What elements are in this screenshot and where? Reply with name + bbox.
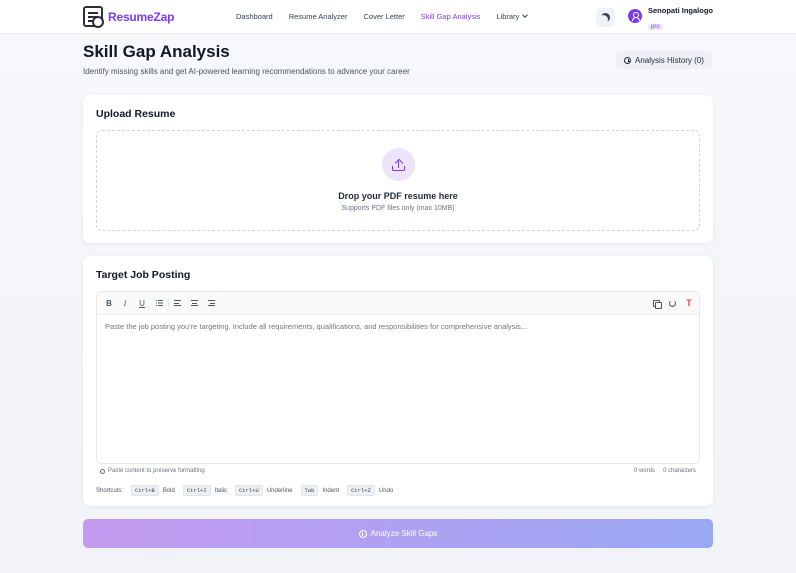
clear-format-button[interactable]: T bbox=[683, 297, 695, 309]
toolbar-divider bbox=[168, 298, 169, 308]
underline-button[interactable]: U bbox=[136, 297, 148, 309]
list-icon bbox=[155, 300, 163, 306]
nav-cover-letter[interactable]: Cover Letter bbox=[363, 12, 404, 21]
bullet-list-button[interactable] bbox=[153, 297, 165, 309]
shortcut-label: Italic bbox=[214, 487, 227, 494]
align-right-button[interactable] bbox=[205, 297, 217, 309]
shortcut-key: Tab bbox=[300, 485, 319, 496]
character-count: 0 characters bbox=[662, 468, 696, 474]
moon-icon bbox=[600, 12, 611, 23]
shortcut-label: Underline bbox=[266, 487, 293, 494]
dropzone-title: Drop your PDF resume here bbox=[338, 191, 458, 201]
editor-toolbar: B I U T bbox=[97, 292, 699, 315]
chevron-down-icon bbox=[522, 12, 529, 18]
job-posting-input[interactable] bbox=[97, 315, 699, 463]
reset-icon bbox=[668, 299, 676, 307]
analysis-history-button[interactable]: Analysis History (0) bbox=[616, 51, 712, 69]
copy-icon bbox=[652, 299, 662, 309]
analysis-history-label: Analysis History (0) bbox=[635, 55, 704, 65]
paste-hint-text: Paste content to preserve formatting bbox=[108, 468, 205, 474]
bold-button[interactable]: B bbox=[103, 297, 115, 309]
align-left-button[interactable] bbox=[171, 297, 183, 309]
shortcuts-label: Shortcuts: bbox=[96, 487, 124, 494]
history-icon bbox=[624, 56, 631, 64]
analyze-skill-gaps-button[interactable]: Analyze Skill Gaps bbox=[83, 519, 713, 548]
editor-footer: Paste content to preserve formatting 0 w… bbox=[96, 466, 700, 478]
shortcut-label: Undo bbox=[378, 487, 394, 494]
analyze-icon bbox=[358, 529, 367, 538]
align-right-icon bbox=[207, 300, 215, 306]
editor-counts: 0 words 0 characters bbox=[634, 468, 696, 474]
paste-hint: Paste content to preserve formatting bbox=[100, 468, 205, 474]
plan-badge: pro bbox=[648, 24, 663, 30]
nav-skill-gap-analysis[interactable]: Skill Gap Analysis bbox=[421, 12, 481, 21]
nav-library-label: Library bbox=[496, 12, 520, 21]
page-title: Skill Gap Analysis bbox=[83, 42, 230, 61]
logo[interactable]: ResumeZap bbox=[83, 6, 175, 28]
logo-text: ResumeZap bbox=[108, 9, 175, 24]
job-posting-card: Target Job Posting B I U T Paste content… bbox=[83, 256, 713, 506]
reset-button[interactable] bbox=[666, 297, 678, 309]
user-name: Senopati Ingalogo bbox=[648, 6, 713, 15]
logo-icon bbox=[83, 6, 104, 28]
theme-toggle-button[interactable] bbox=[596, 8, 615, 27]
nav-dashboard[interactable]: Dashboard bbox=[236, 12, 273, 21]
nav-resume-analyzer[interactable]: Resume Analyzer bbox=[289, 12, 348, 21]
shortcut-label: Bold bbox=[162, 487, 175, 494]
dropzone-hint: Supports PDF files only (max 10MB) bbox=[341, 205, 455, 212]
align-center-icon bbox=[190, 300, 198, 306]
nav-library[interactable]: Library bbox=[496, 12, 529, 21]
word-count: 0 words bbox=[633, 468, 655, 474]
align-center-button[interactable] bbox=[188, 297, 200, 309]
info-icon bbox=[100, 468, 105, 474]
resume-dropzone[interactable]: Drop your PDF resume here Supports PDF f… bbox=[96, 130, 700, 231]
upload-resume-card: Upload Resume Drop your PDF resume here … bbox=[83, 95, 713, 243]
shortcut-key: Ctrl+Z bbox=[347, 485, 375, 496]
upload-resume-title: Upload Resume bbox=[96, 108, 176, 120]
shortcut-key: Ctrl+I bbox=[182, 485, 211, 496]
user-menu[interactable]: Senopati Ingalogo pro bbox=[628, 6, 713, 33]
italic-button[interactable]: I bbox=[119, 297, 131, 309]
job-posting-editor: B I U T bbox=[96, 291, 700, 464]
shortcut-label: Indent bbox=[322, 487, 340, 494]
shortcut-key: Ctrl+B bbox=[131, 485, 159, 496]
upload-icon bbox=[382, 148, 415, 181]
user-icon bbox=[628, 9, 642, 23]
page-subtitle: Identify missing skills and get AI-power… bbox=[83, 67, 410, 76]
analyze-button-label: Analyze Skill Gaps bbox=[370, 529, 438, 538]
main-nav: Dashboard Resume Analyzer Cover Letter S… bbox=[236, 12, 543, 21]
align-left-icon bbox=[173, 300, 181, 306]
shortcut-key: Ctrl+U bbox=[235, 485, 263, 496]
top-navbar: ResumeZap Dashboard Resume Analyzer Cove… bbox=[0, 0, 796, 34]
shortcuts-bar: Shortcuts: Ctrl+B Bold Ctrl+I Italic Ctrl+… bbox=[96, 485, 397, 496]
copy-button[interactable] bbox=[650, 297, 662, 309]
job-posting-title: Target Job Posting bbox=[96, 269, 191, 281]
